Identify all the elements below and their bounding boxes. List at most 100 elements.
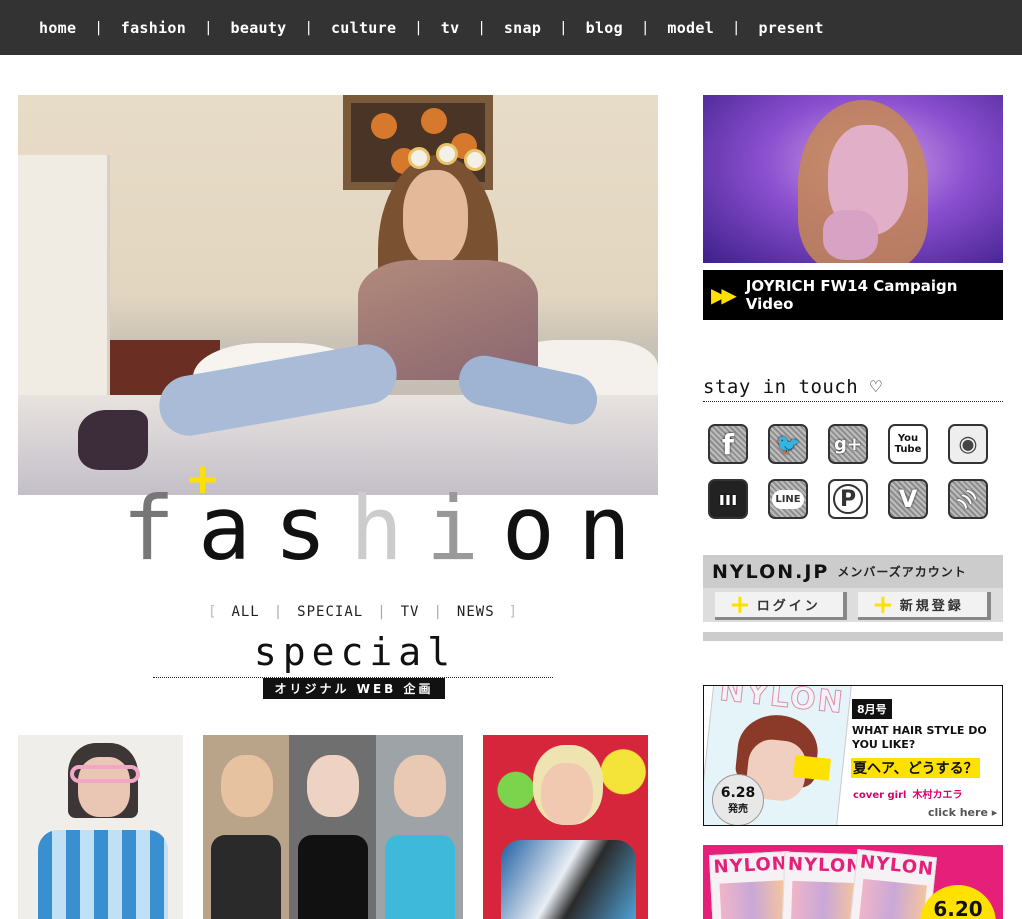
- nav-tv[interactable]: tv: [441, 19, 460, 37]
- nav-separator: |: [204, 19, 213, 36]
- nylon-jp-logo: NYLON.JP: [712, 560, 830, 583]
- pinterest-icon[interactable]: P: [828, 479, 868, 519]
- nav-separator: |: [94, 19, 103, 36]
- stay-in-touch-heading: stay in touch ♡: [703, 376, 883, 398]
- magazine-promo-2[interactable]: NYLON NYLON NYLON 6.20: [703, 845, 1003, 919]
- member-account-footer: [703, 632, 1003, 641]
- nav-separator: |: [477, 19, 486, 36]
- hero-model-face: [403, 170, 468, 265]
- thumb-outfit: [385, 835, 455, 919]
- title-letter: h: [349, 477, 426, 580]
- subnav-separator: |: [377, 604, 387, 620]
- nav-snap[interactable]: snap: [504, 19, 541, 37]
- article-thumbnail[interactable]: [18, 735, 183, 919]
- thumb-model-face: [221, 755, 273, 817]
- twitter-icon[interactable]: 🐦: [768, 424, 808, 464]
- promo-model-hand: [823, 210, 878, 260]
- pinterest-glyph: P: [833, 484, 863, 514]
- cover-girl-label: cover girl: [853, 790, 907, 801]
- thumb-jacket: [501, 840, 636, 919]
- title-letter: n: [577, 477, 654, 580]
- hero-image[interactable]: [18, 95, 658, 495]
- title-letter: s: [273, 477, 350, 580]
- facebook-icon[interactable]: f: [708, 424, 748, 464]
- campaign-video-image[interactable]: [703, 95, 1003, 263]
- facebook-glyph: f: [721, 427, 735, 461]
- nav-model[interactable]: model: [667, 19, 714, 37]
- google-plus-glyph: g+: [834, 433, 862, 455]
- cover-girl-credit: cover girl 木村カエラ: [853, 786, 962, 801]
- special-tag: オリジナル WEB 企画: [263, 678, 445, 699]
- magazine-cover-logo: NYLON: [713, 853, 789, 878]
- register-label: 新規登録: [899, 599, 964, 614]
- magazine-headline: 夏ヘア、どうする？: [851, 758, 980, 778]
- bracket-right: ]: [508, 604, 519, 620]
- nav-present[interactable]: present: [758, 19, 823, 37]
- nav-separator: |: [414, 19, 423, 36]
- register-button[interactable]: + 新規登録: [858, 592, 991, 620]
- thumb-shirt: [38, 830, 168, 919]
- subnav-all[interactable]: ALL: [231, 604, 259, 620]
- nav-blog[interactable]: blog: [586, 19, 623, 37]
- instagram-glyph: ◉: [958, 431, 978, 457]
- top-nav: home | fashion | beauty | culture | tv |…: [0, 0, 1022, 55]
- article-thumbnail[interactable]: [483, 735, 648, 919]
- flower-crown: [408, 143, 488, 173]
- article-thumbnail[interactable]: [203, 735, 463, 919]
- login-button[interactable]: + ログイン: [715, 592, 847, 620]
- nav-separator: |: [304, 19, 313, 36]
- campaign-video-label: JOYRICH FW14 Campaign Video: [745, 277, 958, 313]
- campaign-video-link[interactable]: ▶▶ JOYRICH FW14 Campaign Video: [703, 270, 1003, 320]
- thumb-outfit: [211, 835, 281, 919]
- hero-model-boot: [78, 410, 148, 470]
- subnav-tv[interactable]: TV: [401, 604, 420, 620]
- thumb-outfit: [298, 835, 368, 919]
- login-label: ログイン: [756, 599, 821, 614]
- release-date-badge: 6.28 発売: [712, 774, 764, 825]
- magazine-cover-logo: NYLON: [858, 851, 936, 881]
- twitter-glyph: 🐦: [775, 432, 801, 456]
- title-letter: i: [425, 477, 502, 580]
- subnav-special[interactable]: SPECIAL: [297, 604, 363, 620]
- title-letter: f: [122, 477, 198, 580]
- nav-beauty[interactable]: beauty: [231, 19, 287, 37]
- subnav-news[interactable]: NEWS: [457, 604, 495, 620]
- release-label: 発売: [728, 803, 748, 815]
- plus-icon: +: [872, 589, 894, 620]
- nav-culture[interactable]: culture: [331, 19, 396, 37]
- release-date: 6.20: [933, 897, 983, 919]
- instagram-icon[interactable]: ◉: [948, 424, 988, 464]
- fast-forward-icon: ▶▶: [711, 283, 737, 307]
- subnav-separator: |: [273, 604, 284, 620]
- nav-separator: |: [559, 19, 568, 36]
- issue-badge: 8月号: [852, 699, 892, 719]
- thumb-model-face: [541, 763, 593, 825]
- nav-home[interactable]: home: [39, 19, 76, 37]
- thumb-model-face: [394, 755, 446, 817]
- cover-girl-name: 木村カエラ: [912, 790, 963, 801]
- rss-icon[interactable]: ))): [948, 479, 988, 519]
- title-letter: a: [197, 477, 274, 580]
- cover-tag: [792, 755, 832, 781]
- special-heading: special: [253, 630, 457, 674]
- nav-separator: |: [640, 19, 650, 36]
- member-account-header: NYLON.JP メンバーズアカウント: [703, 555, 1003, 588]
- nav-separator: |: [732, 19, 741, 36]
- mixi-icon[interactable]: ııı: [708, 479, 748, 519]
- member-account-label: メンバーズアカウント: [837, 565, 967, 579]
- magazine-promo[interactable]: NYLON 6.28 発売 8月号 WHAT HAIR STYLE DO YOU…: [703, 685, 1003, 826]
- youtube-icon[interactable]: You Tube: [888, 424, 928, 464]
- click-here-link[interactable]: click here ▸: [928, 806, 997, 819]
- release-date: 6.28: [720, 784, 756, 801]
- vine-glyph: V: [898, 485, 918, 513]
- subnav-separator: |: [433, 604, 443, 620]
- mixi-glyph: ııı: [718, 488, 738, 510]
- vine-icon[interactable]: V: [888, 479, 928, 519]
- divider: [703, 401, 1003, 402]
- nav-fashion[interactable]: fashion: [121, 19, 186, 37]
- google-plus-icon[interactable]: g+: [828, 424, 868, 464]
- magazine-cover-logo: NYLON: [787, 853, 863, 878]
- line-icon[interactable]: LINE: [768, 479, 808, 519]
- rss-glyph: ))): [955, 486, 981, 512]
- thumb-sunglasses: [70, 765, 140, 783]
